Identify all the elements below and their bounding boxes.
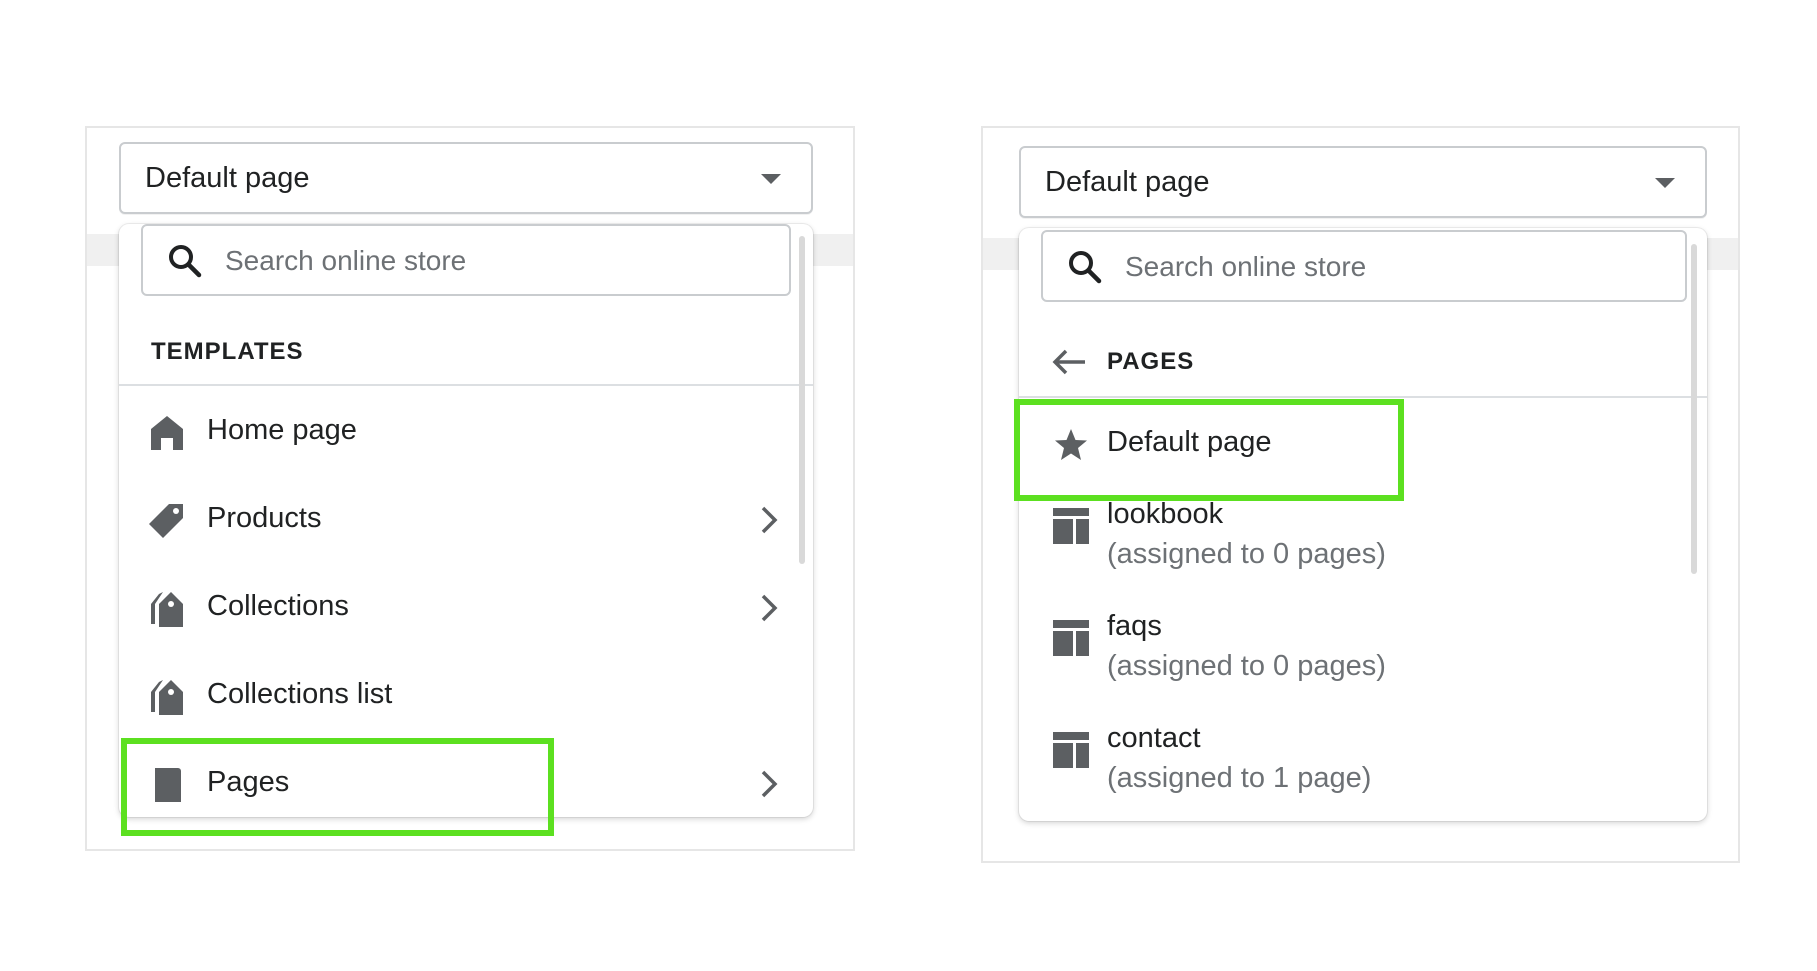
pages-heading: PAGES [1107,348,1195,375]
home-icon [151,416,183,450]
template-item-label: Home page [207,414,357,446]
search-input[interactable]: Search online store [141,224,791,296]
template-item-label: Products [207,502,322,534]
search-icon [1069,251,1102,284]
chevron-down-icon [1655,178,1675,188]
search-icon [169,245,202,278]
page-name: faqs [1107,610,1162,642]
page-assignment: (assigned to 0 pages) [1107,650,1386,682]
layout-icon [1053,620,1089,656]
collection-icon [151,680,183,715]
template-item-label: Collections [207,590,349,622]
layout-icon [1053,508,1089,544]
page-item-contact[interactable]: contact (assigned to 1 page) [1019,714,1707,821]
divider [119,384,813,386]
divider [1019,396,1707,398]
template-item-collections-list[interactable]: Collections list [119,652,813,740]
chevron-right-icon [761,770,778,798]
page-item-lookbook[interactable]: lookbook (assigned to 0 pages) [1019,490,1707,600]
template-popover: Search online store TEMPLATES Home page … [119,224,813,817]
search-placeholder: Search online store [225,245,467,276]
templates-heading: TEMPLATES [151,338,304,365]
chevron-down-icon [761,174,781,184]
page-assignment: (assigned to 0 pages) [1107,538,1386,570]
chevron-right-icon [761,506,778,534]
page-assignment: (assigned to 1 page) [1107,762,1372,794]
select-value: Default page [145,162,310,194]
template-item-home[interactable]: Home page [119,388,813,476]
pages-highlight [121,738,554,836]
template-item-label: Collections list [207,678,393,710]
search-input[interactable]: Search online store [1041,230,1687,302]
chevron-right-icon [761,594,778,622]
page-select[interactable]: Default page [1019,146,1707,218]
collection-icon [151,592,183,627]
back-arrow-icon[interactable] [1051,348,1087,376]
page-select[interactable]: Default page [119,142,813,214]
page-name: lookbook [1107,498,1224,530]
page-item-faqs[interactable]: faqs (assigned to 0 pages) [1019,602,1707,712]
search-placeholder: Search online store [1125,251,1367,282]
page-name: contact [1107,722,1201,754]
select-value: Default page [1045,166,1210,198]
tag-icon [149,504,183,538]
pages-popover: Search online store PAGES Default page l… [1019,228,1707,821]
template-item-products[interactable]: Products [119,476,813,564]
default-page-highlight [1014,399,1404,501]
layout-icon [1053,732,1089,768]
template-item-collections[interactable]: Collections [119,564,813,652]
